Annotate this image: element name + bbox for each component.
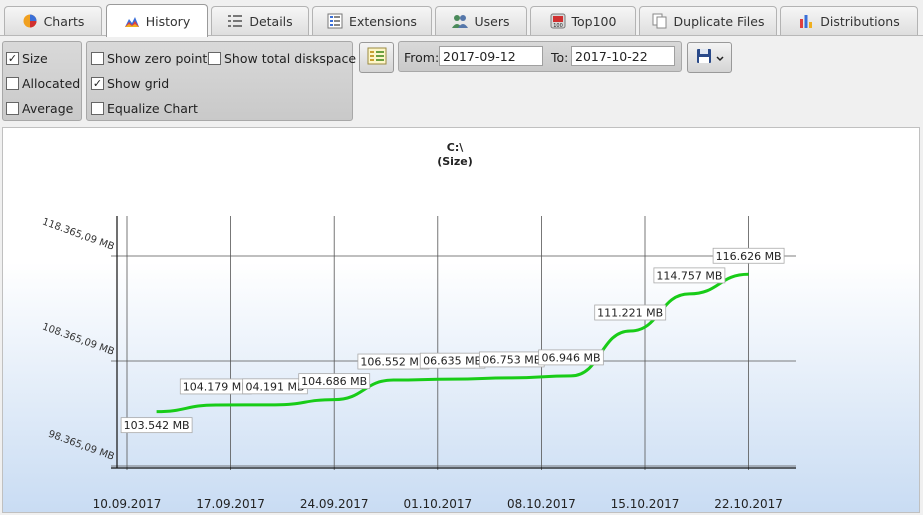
x-tick-label: 17.09.2017: [196, 497, 265, 511]
svg-text:100: 100: [553, 23, 563, 29]
measure-options-group: ✓ Size Allocated Average: [2, 41, 82, 121]
tab-label: Details: [249, 13, 293, 29]
y-tick-label: 118.365,09 MB: [41, 217, 116, 253]
data-label: 103.542 MB: [120, 417, 193, 434]
svg-text:06.946 MB: 06.946 MB: [541, 351, 600, 364]
tab-label: History: [145, 13, 191, 29]
svg-text:106.552 MB: 106.552 MB: [360, 356, 426, 369]
svg-text:104.686 MB: 104.686 MB: [301, 375, 367, 388]
top100-icon: 100: [550, 13, 566, 29]
svg-text:111.221 MB: 111.221 MB: [597, 307, 663, 320]
tab-label: Extensions: [349, 13, 417, 29]
to-date-input[interactable]: 2017-10-22: [571, 46, 675, 66]
show-grid-checkbox[interactable]: ✓ Show grid: [91, 76, 169, 91]
save-icon: [696, 48, 712, 67]
svg-text:114.757 MB: 114.757 MB: [656, 269, 722, 282]
grid-lines: [111, 216, 796, 470]
x-tick-label: 24.09.2017: [300, 497, 369, 511]
tab-label: Charts: [43, 13, 85, 29]
tab-details[interactable]: Details: [211, 6, 309, 35]
svg-text:04.191 MB: 04.191 MB: [245, 380, 304, 393]
checkbox-label: Allocated: [22, 76, 81, 91]
data-label: 104.179 MB: [179, 378, 252, 395]
tab-charts[interactable]: Charts: [4, 6, 102, 35]
checkbox-label: Equalize Chart: [107, 101, 198, 116]
x-tick-label: 10.09.2017: [93, 497, 162, 511]
tab-label: Top100: [571, 13, 617, 29]
checkbox-box[interactable]: [6, 102, 19, 115]
tab-bar: Charts History Details Extensions Users …: [0, 0, 923, 37]
checkbox-label: Show grid: [107, 76, 170, 91]
details-list-icon: [227, 13, 243, 29]
from-label: From:: [404, 50, 440, 65]
bar-chart-icon: [798, 13, 814, 29]
tab-label: Users: [474, 13, 510, 29]
checkbox-box[interactable]: [91, 102, 104, 115]
tab-distributions[interactable]: Distributions: [780, 6, 918, 35]
checkbox-label: Show total diskspace: [224, 51, 357, 66]
checkbox-box[interactable]: ✓: [91, 77, 104, 90]
data-label: 116.626 MB: [712, 247, 785, 264]
tab-users[interactable]: Users: [435, 6, 527, 35]
show-zero-point-checkbox[interactable]: Show zero point: [91, 51, 207, 66]
equalize-chart-checkbox[interactable]: Equalize Chart: [91, 101, 198, 116]
data-label: 104.686 MB: [298, 373, 371, 390]
x-tick-labels: 10.09.2017 17.09.2017 24.09.2017 01.10.2017…: [93, 497, 783, 511]
chart-title: C:\: [447, 141, 464, 154]
pie-chart-icon: [22, 13, 38, 29]
mountain-chart-icon: [124, 13, 140, 29]
extensions-list-icon: [327, 13, 343, 29]
axes: [111, 216, 796, 469]
duplicate-files-icon: [652, 13, 668, 29]
from-date-input[interactable]: 2017-09-12: [439, 46, 543, 66]
x-tick-label: 22.10.2017: [714, 497, 783, 511]
checkbox-label: Show zero point: [107, 51, 208, 66]
chart-subtitle: (Size): [437, 155, 473, 168]
tab-top100[interactable]: 100 Top100: [530, 6, 636, 35]
data-label: 06.635 MB: [419, 352, 486, 369]
checkbox-label: Size: [22, 51, 48, 66]
display-options-group: Show zero point Show total diskspace ✓ S…: [86, 41, 356, 121]
y-tick-labels: 98.365,09 MB 108.365,09 MB 118.365,09 MB: [41, 217, 116, 463]
allocated-checkbox[interactable]: Allocated: [6, 76, 80, 91]
tab-extensions[interactable]: Extensions: [312, 6, 432, 35]
date-range-group: From: 2017-09-12 To: 2017-10-22: [398, 41, 682, 72]
tab-label: Duplicate Files: [673, 13, 765, 29]
svg-text:103.542 MB: 103.542 MB: [124, 419, 190, 432]
data-label: 06.753 MB: [479, 351, 545, 368]
table-view-button[interactable]: [359, 42, 394, 73]
average-checkbox[interactable]: Average: [6, 101, 73, 116]
x-tick-label: 08.10.2017: [507, 497, 576, 511]
x-tick-label: 15.10.2017: [611, 497, 680, 511]
svg-text:06.635 MB: 06.635 MB: [423, 355, 482, 368]
history-line-chart: C:\ (Size) 98.365,09 MB 108.365,09 MB 118.…: [41, 141, 796, 511]
svg-text:116.626 MB: 116.626 MB: [716, 250, 782, 263]
data-label: 106.552 MB: [357, 353, 430, 370]
y-tick-label: 98.365,09 MB: [47, 429, 116, 463]
data-label: 111.221 MB: [594, 304, 667, 321]
data-label: 114.757 MB: [653, 267, 726, 284]
to-label: To:: [551, 50, 569, 65]
data-label: 04.191 MB: [242, 378, 308, 395]
checkbox-box[interactable]: [208, 52, 221, 65]
tab-history[interactable]: History: [106, 4, 208, 37]
tab-label: Distributions: [820, 13, 900, 29]
y-tick-label: 108.365,09 MB: [41, 322, 116, 358]
chevron-down-icon: [715, 51, 724, 65]
svg-text:104.179 MB: 104.179 MB: [183, 380, 249, 393]
data-label: 06.946 MB: [538, 349, 604, 366]
checkbox-box[interactable]: [91, 52, 104, 65]
show-total-diskspace-checkbox[interactable]: Show total diskspace: [208, 51, 356, 66]
users-icon: [452, 13, 469, 29]
svg-text:06.753 MB: 06.753 MB: [482, 353, 541, 366]
checkbox-label: Average: [22, 101, 74, 116]
table-grid-icon: [367, 47, 387, 68]
tab-duplicate-files[interactable]: Duplicate Files: [639, 6, 777, 35]
size-checkbox[interactable]: ✓ Size: [6, 51, 48, 66]
checkbox-box[interactable]: [6, 77, 19, 90]
chart-panel: C:\ (Size) 98.365,09 MB 108.365,09 MB 118.…: [2, 127, 920, 513]
x-tick-label: 01.10.2017: [403, 497, 472, 511]
checkbox-box[interactable]: ✓: [6, 52, 19, 65]
save-dropdown-button[interactable]: [687, 42, 732, 73]
